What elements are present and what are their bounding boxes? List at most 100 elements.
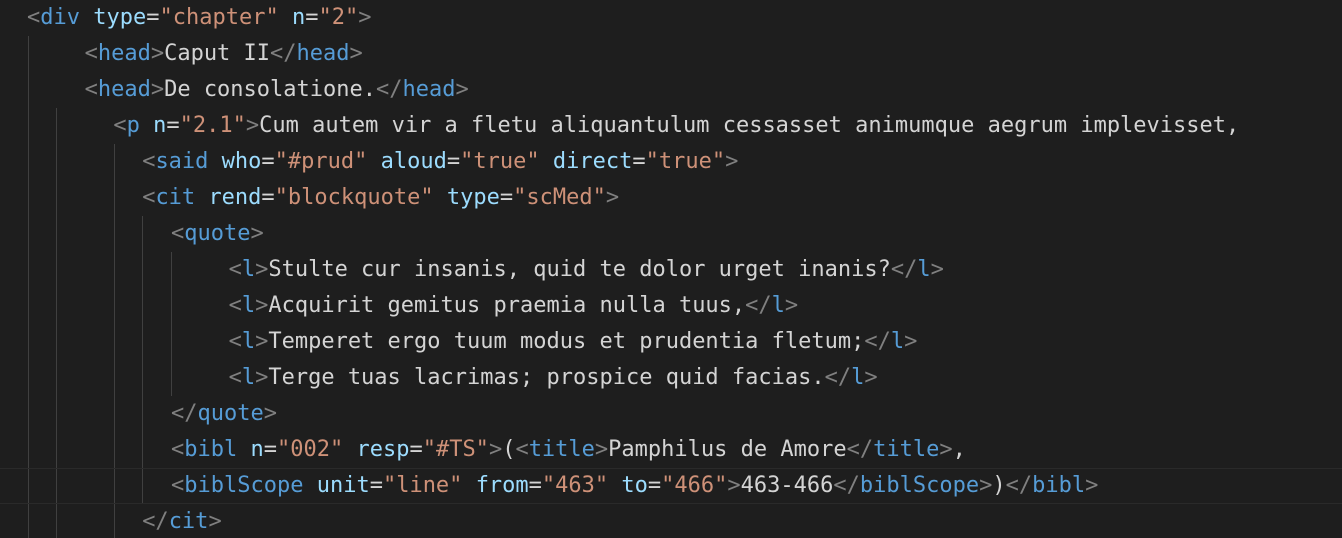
token-punct: < (84, 77, 98, 102)
token-attr-value: "true" (460, 149, 540, 174)
indent-guide (28, 72, 29, 108)
code-line[interactable]: <p n="2.1">Cum autem vir a fletu aliquan… (0, 108, 1342, 144)
indent-guide (56, 504, 57, 538)
token-attr-value: "chapter" (159, 5, 279, 30)
token-punct: > (255, 329, 269, 354)
indent-guide (142, 252, 143, 288)
token-punct: > (255, 293, 269, 318)
token-equals: = (263, 437, 277, 462)
code-line[interactable]: </quote> (0, 396, 1342, 432)
code-content: <quote> (171, 216, 264, 252)
token-attr-value: "2" (318, 5, 359, 30)
code-editor[interactable]: <div type="chapter" n="2"> <head>Caput II… (0, 0, 1342, 538)
token-attr-name: direct (552, 149, 633, 174)
indent-guide (114, 469, 115, 503)
code-line[interactable]: <head>De consolatione.</head> (0, 72, 1342, 108)
code-line[interactable]: <biblScope unit="line" from="463" to="46… (0, 468, 1342, 504)
token-punct: < (113, 113, 127, 138)
token-attr-name: from (475, 473, 529, 498)
token-tag-name: bibl (1032, 473, 1086, 498)
token-punct: > (594, 437, 609, 462)
code-line[interactable]: </cit> (0, 504, 1342, 538)
indent-guide (28, 396, 29, 432)
token-tag-name: p (126, 113, 140, 138)
token-tag-name: l (851, 365, 865, 390)
token-text: Acquirit gemitus praemia nulla tuus, (268, 293, 746, 318)
token-equals: = (632, 149, 646, 174)
token-attr-name: n (250, 437, 264, 462)
code-content: <l>Temperet ergo tuum modus et prudentia… (229, 324, 918, 360)
indent-guide (142, 324, 143, 360)
code-content: </cit> (142, 504, 222, 538)
indent-guide (28, 288, 29, 324)
indent-guide (114, 396, 115, 432)
code-line[interactable]: <l>Stulte cur insanis, quid te dolor urg… (0, 252, 1342, 288)
token-punct: </ (171, 401, 198, 426)
token-attr-value: "2.1" (179, 113, 246, 138)
code-content: </quote> (171, 396, 277, 432)
token-tag-name: l (890, 329, 905, 354)
token-equals: = (446, 149, 461, 174)
token-punct: </ (846, 437, 874, 462)
code-line[interactable]: <said who="#prud" aloud="true" direct="t… (0, 144, 1342, 180)
token-punct: </ (745, 293, 772, 318)
token-tag-name: head (97, 77, 151, 102)
token-tag-name: bibl (184, 437, 238, 462)
token-punct: < (142, 149, 156, 174)
token-attr-value: "002" (276, 437, 344, 462)
code-line[interactable]: <head>Caput II</head> (0, 36, 1342, 72)
token-punct: > (208, 509, 222, 534)
token-attr-name: rend (208, 185, 262, 210)
token-punct: > (255, 365, 269, 390)
token-text: 463-466 (740, 473, 834, 498)
token-text: Cum autem vir a fletu aliquantulum cessa… (259, 113, 1240, 138)
token-tag-name: biblScope (859, 473, 980, 498)
indent-guide (142, 216, 143, 252)
token-punct: < (171, 221, 185, 246)
code-line[interactable]: <cit rend="blockquote" type="scMed"> (0, 180, 1342, 216)
token-punct: > (349, 41, 363, 66)
token-attr-value: "#prud" (274, 149, 368, 174)
token-punct: > (150, 41, 165, 66)
code-line[interactable]: <bibl n="002" resp="#TS">(<title>Pamphil… (0, 432, 1342, 468)
code-line[interactable]: <l>Terge tuas lacrimas; prospice quid fa… (0, 360, 1342, 396)
code-line[interactable]: <l>Temperet ergo tuum modus et prudentia… (0, 324, 1342, 360)
indent-guide (142, 469, 143, 503)
indent-guide (114, 288, 115, 324)
indent-guide (171, 252, 172, 288)
token-text: Caput II (164, 41, 271, 66)
indent-guide (56, 360, 57, 396)
code-line[interactable]: <div type="chapter" n="2"> (0, 0, 1342, 36)
token-equals: = (647, 473, 662, 498)
indent-guide (28, 469, 29, 503)
indent-guide (56, 324, 57, 360)
token-punct: > (488, 437, 503, 462)
code-line[interactable]: <quote> (0, 216, 1342, 252)
token-attr-value: "#TS" (422, 437, 489, 462)
token-punct: > (939, 437, 953, 462)
code-content: <cit rend="blockquote" type="scMed"> (142, 180, 619, 216)
token-text: , (952, 437, 966, 462)
token-punct: > (455, 77, 469, 102)
code-line[interactable]: <l>Acquirit gemitus praemia nulla tuus,<… (0, 288, 1342, 324)
token-equals: = (499, 185, 514, 210)
token-punct: < (84, 41, 98, 66)
token-punct: < (228, 329, 242, 354)
token-punct: < (142, 185, 156, 210)
token-punct: < (228, 257, 242, 282)
indent-guide (114, 432, 115, 468)
indent-guide (171, 288, 172, 324)
code-content: <head>De consolatione.</head> (85, 72, 469, 108)
code-content: <l>Terge tuas lacrimas; prospice quid fa… (229, 360, 878, 396)
indent-guide (142, 396, 143, 432)
token-punct: < (171, 437, 185, 462)
token-equals: = (166, 113, 180, 138)
token-punct: > (263, 401, 277, 426)
token-punct: > (1085, 473, 1099, 498)
token-text: Terge tuas lacrimas; prospice quid facia… (268, 365, 825, 390)
